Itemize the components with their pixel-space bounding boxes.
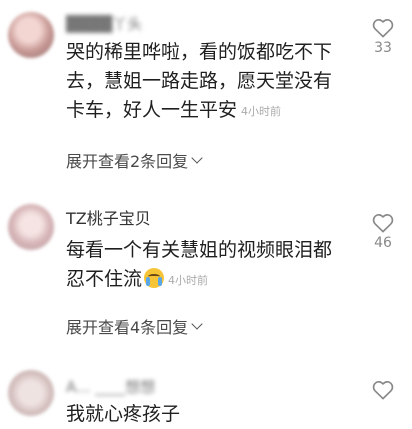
comment-time: 4小时前 bbox=[241, 105, 282, 118]
like-count: 33 bbox=[374, 40, 392, 56]
comment-text-line: 卡车，好人一生平安 bbox=[66, 99, 238, 121]
like-button[interactable]: 33 bbox=[368, 18, 398, 56]
comment-text-line: 忍不住流 bbox=[66, 268, 143, 290]
comment-username[interactable]: ████丫头 bbox=[66, 13, 142, 34]
comment-text-line: 去，慧姐一路走路，愿天堂没有 bbox=[66, 70, 333, 92]
comment-username[interactable]: TZ桃子宝贝 bbox=[66, 205, 151, 229]
comment-text: 我就心疼孩子 bbox=[66, 400, 356, 429]
comment-text-line: 我就心疼孩子 bbox=[66, 403, 181, 425]
avatar[interactable] bbox=[8, 370, 54, 416]
expand-replies-label: 展开查看2条回复 bbox=[66, 152, 189, 171]
heart-icon bbox=[372, 214, 394, 233]
chevron-down-icon bbox=[191, 318, 203, 330]
comment-text: 每看一个有关慧姐的视频眼泪都 忍不住流 4小时前 bbox=[66, 236, 356, 295]
like-count: 46 bbox=[374, 235, 392, 251]
expand-replies-button[interactable]: 展开查看4条回复 bbox=[66, 314, 203, 338]
comment-username[interactable]: A... ____想想 bbox=[66, 376, 155, 397]
expand-replies-label: 展开查看4条回复 bbox=[66, 318, 189, 337]
avatar[interactable] bbox=[8, 12, 54, 58]
heart-icon bbox=[372, 381, 394, 400]
chevron-down-icon bbox=[191, 152, 203, 164]
like-button[interactable] bbox=[368, 380, 398, 400]
heart-icon bbox=[372, 19, 394, 38]
expand-replies-button[interactable]: 展开查看2条回复 bbox=[66, 148, 203, 172]
like-button[interactable]: 46 bbox=[368, 213, 398, 251]
comment-text: 哭的稀里哗啦，看的饭都吃不下 去，慧姐一路走路，愿天堂没有 卡车，好人一生平安 4… bbox=[66, 38, 356, 126]
comment-text-line: 每看一个有关慧姐的视频眼泪都 bbox=[66, 239, 333, 261]
comment-time: 4小时前 bbox=[168, 274, 209, 287]
avatar[interactable] bbox=[8, 204, 54, 250]
crying-face-emoji bbox=[144, 268, 165, 288]
comment-text-line: 哭的稀里哗啦，看的饭都吃不下 bbox=[66, 41, 333, 63]
